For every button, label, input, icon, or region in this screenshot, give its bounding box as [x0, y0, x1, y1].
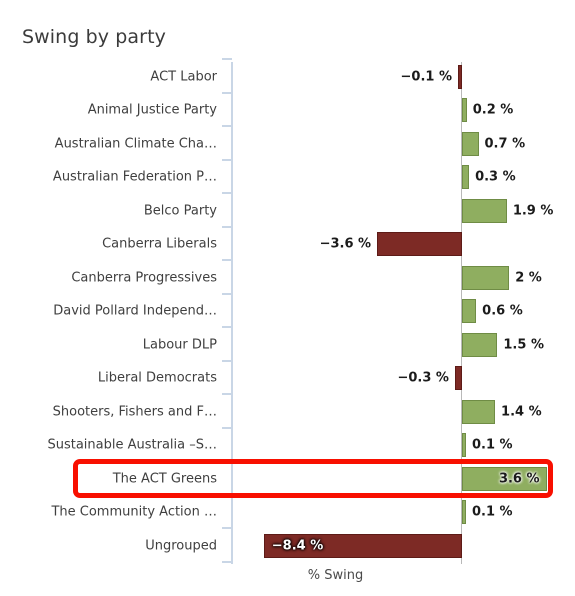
category-label: ACT Labor [150, 69, 217, 85]
category-label: Canberra Progressives [71, 270, 217, 286]
category-axis-tick [222, 192, 232, 194]
category-label: Australian Climate Cha… [54, 136, 217, 152]
bar-row[interactable]: ACT Labor −0.1 % [0, 60, 575, 94]
bar-value-label: 0.7 % [484, 136, 526, 152]
bar-value-label: −0.3 % [397, 370, 449, 386]
bar-row[interactable]: Canberra Liberals −3.6 % [0, 228, 575, 262]
bar-row[interactable]: Liberal Democrats −0.3 % [0, 362, 575, 396]
category-label: Labour DLP [142, 337, 217, 353]
category-axis-tick [222, 91, 232, 94]
bar-value-label: −3.6 % [319, 236, 372, 252]
category-label: The Community Action … [51, 504, 217, 520]
bar[interactable] [454, 366, 462, 391]
category-axis-tick [222, 292, 232, 295]
category-label: Belco Party [143, 203, 217, 219]
bar[interactable] [462, 299, 477, 324]
bar[interactable] [462, 198, 507, 223]
bar-row[interactable]: Australian Climate Cha… 0.7 % [0, 127, 575, 161]
x-axis-label-text: % Swing [307, 568, 364, 583]
category-axis-tick [222, 393, 232, 395]
page-title: Swing by party [22, 25, 166, 48]
category-axis-tick [222, 125, 232, 127]
bar[interactable] [458, 64, 462, 89]
bar-value-label: 0.1 % [472, 504, 513, 520]
bar-row[interactable]: Ungrouped −8.4 % [0, 529, 575, 563]
bar-row[interactable]: Australian Federation P… 0.3 % [0, 161, 575, 195]
category-label: Shooters, Fishers and F… [52, 404, 217, 420]
bar[interactable] [462, 98, 467, 123]
category-axis-tick [222, 225, 232, 228]
bar-row[interactable]: Sustainable Australia –S… 0.1 % [0, 429, 575, 463]
category-label: Ungrouped [145, 538, 217, 554]
category-axis-tick [222, 158, 232, 161]
bar-value-label: 0.3 % [475, 169, 516, 185]
category-axis-tick [222, 426, 232, 429]
bar-value-label: 1.4 % [501, 404, 542, 420]
bar-value-label: 3.6 % [498, 471, 540, 487]
bar[interactable] [462, 399, 496, 424]
category-label: Sustainable Australia –S… [47, 437, 217, 453]
category-label: Animal Justice Party [87, 102, 217, 118]
category-axis-tick [222, 493, 232, 496]
bar-value-label: −8.4 % [271, 538, 324, 554]
bar-value-label: 1.9 % [512, 203, 554, 219]
bar-value-label: 0.2 % [472, 102, 514, 118]
bar[interactable] [377, 232, 462, 257]
bar[interactable] [462, 131, 479, 156]
category-label: Liberal Democrats [97, 370, 217, 386]
chart-plot-area: ACT Labor −0.1 % Animal Justice Party 0.2 %… [0, 58, 575, 564]
bar-value-label: 2 % [515, 270, 542, 286]
bar-row[interactable]: Labour DLP 1.5 % [0, 328, 575, 362]
category-axis-tick [222, 527, 232, 529]
category-axis-tick [222, 460, 232, 462]
bar[interactable] [462, 433, 466, 458]
bar[interactable] [462, 500, 466, 525]
bar[interactable] [462, 165, 470, 190]
category-axis-tick [222, 560, 232, 563]
category-label: Australian Federation P… [52, 169, 217, 185]
bar-row[interactable]: The Community Action … 0.1 % [0, 496, 575, 530]
x-axis-label: % Swing [0, 568, 575, 583]
bar-value-label: 0.1 % [472, 437, 513, 453]
category-axis-tick [222, 326, 232, 328]
category-label: Canberra Liberals [102, 236, 217, 252]
category-label: The ACT Greens [112, 471, 217, 487]
bar-row[interactable]: Belco Party 1.9 % [0, 194, 575, 228]
bar-row[interactable]: Animal Justice Party 0.2 % [0, 94, 575, 128]
category-axis-tick [222, 359, 232, 362]
bar[interactable] [462, 332, 498, 357]
category-axis-tick [222, 259, 232, 261]
bar-value-label: 1.5 % [503, 337, 544, 353]
bar-value-label: −0.1 % [400, 69, 452, 85]
bar-row[interactable]: David Pollard Independ… 0.6 % [0, 295, 575, 329]
bar-row[interactable]: The ACT Greens 3.6 % [0, 462, 575, 496]
category-label: David Pollard Independ… [53, 303, 217, 319]
bar[interactable] [462, 265, 510, 290]
bar-row[interactable]: Canberra Progressives 2 % [0, 261, 575, 295]
bar-row[interactable]: Shooters, Fishers and F… 1.4 % [0, 395, 575, 429]
bar-value-label: 0.6 % [482, 303, 523, 319]
category-axis-tick [222, 58, 232, 60]
